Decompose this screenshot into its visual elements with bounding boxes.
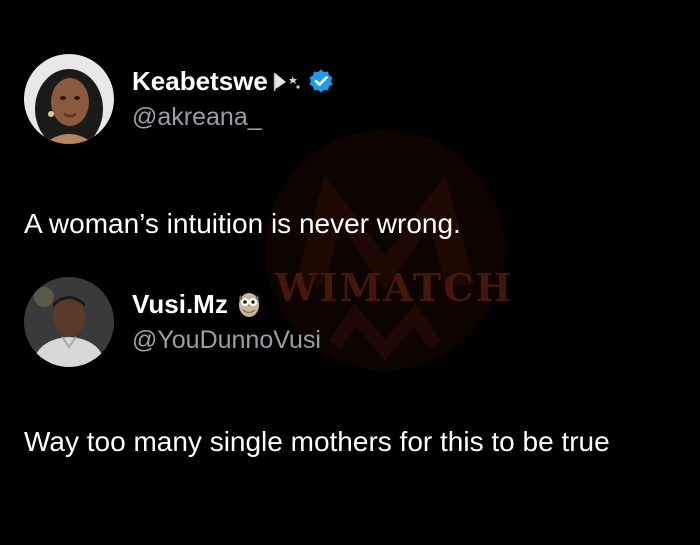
author-avatar-image bbox=[24, 54, 114, 144]
reply-author-name-row: Vusi.Mz bbox=[132, 288, 321, 320]
owl-icon bbox=[236, 289, 262, 319]
tweet-author-header: Keabetswe @akreana_ bbox=[24, 54, 334, 144]
pennant-sparkle-icon bbox=[272, 70, 302, 92]
reply-author-avatar-image bbox=[24, 277, 114, 367]
reply-author-display-name[interactable]: Vusi.Mz bbox=[132, 288, 228, 320]
author-display-name[interactable]: Keabetswe bbox=[132, 65, 268, 97]
reply-body: Way too many single mothers for this to … bbox=[24, 426, 610, 457]
verified-badge-icon bbox=[308, 68, 334, 94]
reply-author-header: Vusi.Mz @YouDunnoVusi bbox=[24, 277, 321, 367]
reply-author-avatar[interactable] bbox=[24, 277, 114, 367]
reply-author-handle[interactable]: @YouDunnoVusi bbox=[132, 324, 321, 356]
author-name-row: Keabetswe bbox=[132, 65, 334, 97]
tweet-body: A woman’s intuition is never wrong. bbox=[24, 208, 461, 239]
author-avatar[interactable] bbox=[24, 54, 114, 144]
author-handle[interactable]: @akreana_ bbox=[132, 101, 334, 133]
